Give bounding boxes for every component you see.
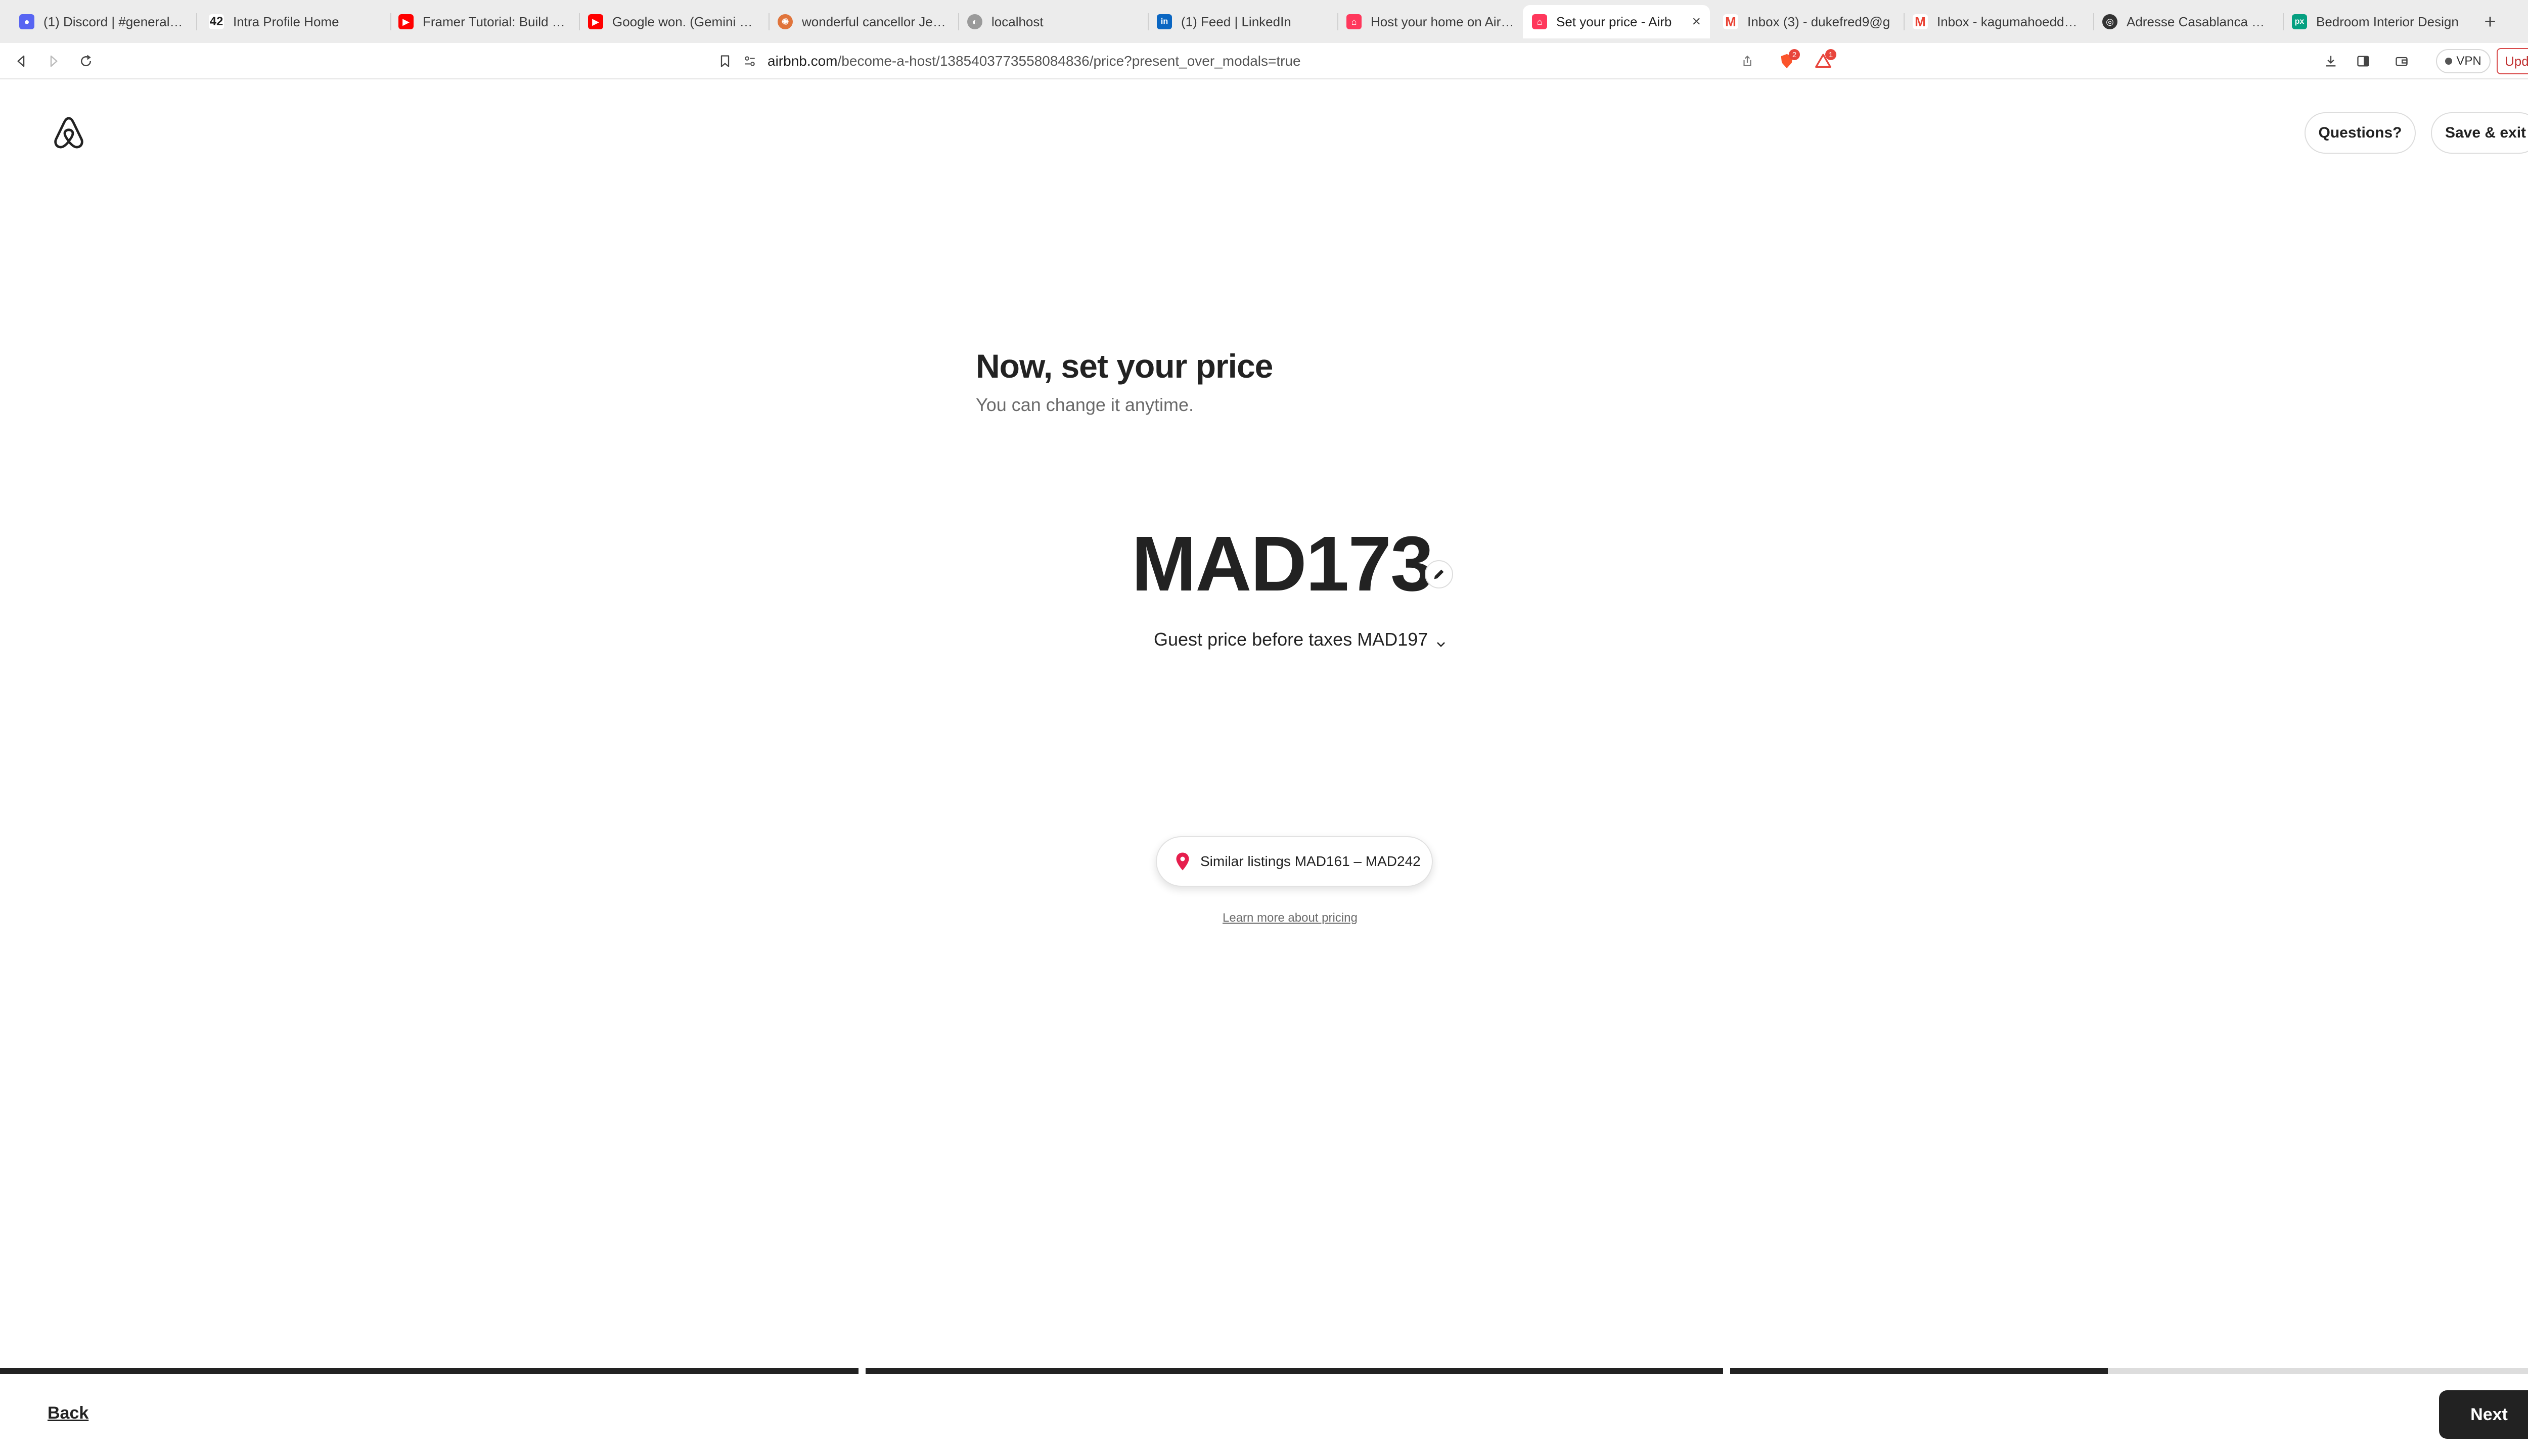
browser-tab-bar: ● (1) Discord | #general | 1 42 Intra Pr… [0,0,2528,43]
browser-tab[interactable]: 42 Intra Profile Home [200,5,387,38]
new-tab-button[interactable]: + [2477,9,2503,34]
downloads-icon[interactable] [2320,50,2342,72]
browser-tab[interactable]: ⌂ Host your home on Airbn [1337,5,1524,38]
browser-tab[interactable]: ▶ Framer Tutorial: Build We [389,5,576,38]
pexels-icon: px [2292,14,2307,29]
intra-icon: 42 [209,14,224,29]
youtube-icon: ▶ [588,14,603,29]
brave-shields-icon[interactable]: 2 [1776,49,1800,72]
airbnb-logo-icon[interactable] [53,116,85,150]
back-nav-icon[interactable] [10,50,32,72]
browser-tab[interactable]: in (1) Feed | LinkedIn [1148,5,1335,38]
wallet-icon[interactable] [2390,50,2413,72]
gmail-icon: M [1913,14,1928,29]
map-pin-icon [1175,852,1190,871]
update-label: Update [2505,53,2528,69]
tab-title: Inbox (3) - dukefred9@g [1747,14,1890,29]
price-value[interactable]: MAD173 [1132,521,1434,607]
url-path: /become-a-host/1385403773558084836/price… [837,53,1301,69]
browser-tab[interactable]: ✺ wonderful cancellor Jesu [769,5,956,38]
edit-price-button[interactable] [1425,560,1453,588]
browser-tab[interactable]: ◐ localhost [958,5,1145,38]
close-tab-icon[interactable]: × [1692,13,1701,30]
address-bar[interactable]: airbnb.com/become-a-host/138540377355808… [743,47,1770,75]
next-button[interactable]: Next [2439,1390,2528,1439]
vpn-button[interactable]: VPN [2436,49,2491,73]
page-subtitle: You can change it anytime. [976,394,1194,415]
browser-tab[interactable]: px Bedroom Interior Design [2283,5,2470,38]
back-button[interactable]: Back [48,1403,88,1423]
shields-badge: 2 [1789,49,1800,60]
tab-title: Framer Tutorial: Build We [423,14,567,29]
bookmark-icon[interactable] [714,50,736,72]
tab-title: (1) Discord | #general | 1 [43,14,183,29]
forward-nav-icon[interactable] [42,50,65,72]
gmail-icon: M [1723,14,1738,29]
tab-title: localhost [991,14,1044,29]
browser-tab[interactable]: ▶ Google won. (Gemini 2.5 [579,5,766,38]
similar-listings-button[interactable]: Similar listings MAD161 – MAD242 [1156,836,1433,887]
tab-title: Bedroom Interior Design [2316,14,2459,29]
globe-icon: ◐ [967,14,982,29]
progress-segment-1 [0,1368,859,1374]
pencil-icon [1432,567,1446,581]
share-icon[interactable] [1736,50,1758,72]
sidebar-icon[interactable] [2352,50,2374,72]
browser-tab[interactable]: M Inbox (3) - dukefred9@g [1714,5,1901,38]
browser-tab-active[interactable]: ⌂ Set your price - Airb × [1523,5,1710,38]
rewards-badge: 1 [1825,49,1836,60]
browser-toolbar: airbnb.com/become-a-host/138540377355808… [0,43,2528,79]
site-icon: ✺ [778,14,793,29]
linkedin-icon: in [1157,14,1172,29]
brave-rewards-icon[interactable]: 1 [1812,49,1836,72]
progress-segment-3 [1730,1368,2528,1374]
reload-icon[interactable] [75,50,97,72]
tab-title: Adresse Casablanca Mar [2127,14,2271,29]
site-icon: ◎ [2102,14,2117,29]
learn-more-link[interactable]: Learn more about pricing [1223,911,1358,925]
airbnb-icon: ⌂ [1346,14,1362,29]
site-settings-icon[interactable] [743,55,756,68]
vpn-label: VPN [2456,54,2481,68]
update-button[interactable]: Update [2497,48,2528,74]
discord-icon: ● [19,14,34,29]
guest-price-text: Guest price before taxes MAD197 [1154,629,1428,650]
airbnb-icon: ⌂ [1532,14,1547,29]
tab-title: Google won. (Gemini 2.5 [612,14,757,29]
save-exit-button[interactable]: Save & exit [2431,112,2528,154]
similar-listings-text: Similar listings MAD161 – MAD242 [1200,853,1421,869]
youtube-icon: ▶ [398,14,414,29]
tab-title: Set your price - Airb [1556,14,1672,29]
browser-tab[interactable]: ◎ Adresse Casablanca Mar [2093,5,2280,38]
questions-button[interactable]: Questions? [2305,112,2416,154]
tab-title: (1) Feed | LinkedIn [1181,14,1291,29]
browser-tab[interactable]: ● (1) Discord | #general | 1 [10,5,192,38]
progress-segment-2 [866,1368,1723,1374]
vpn-status-icon [2445,58,2453,65]
tab-title: Host your home on Airbn [1371,14,1515,29]
page-title: Now, set your price [976,347,1273,385]
tab-title: Intra Profile Home [233,14,339,29]
tab-title: wonderful cancellor Jesu [802,14,946,29]
url-host: airbnb.com [768,53,838,69]
chevron-down-icon [1435,633,1447,647]
guest-price-toggle[interactable]: Guest price before taxes MAD197 [1154,629,1447,650]
browser-tab[interactable]: M Inbox - kagumahoeddy@ [1904,5,2091,38]
tab-title: Inbox - kagumahoeddy@ [1937,14,2082,29]
